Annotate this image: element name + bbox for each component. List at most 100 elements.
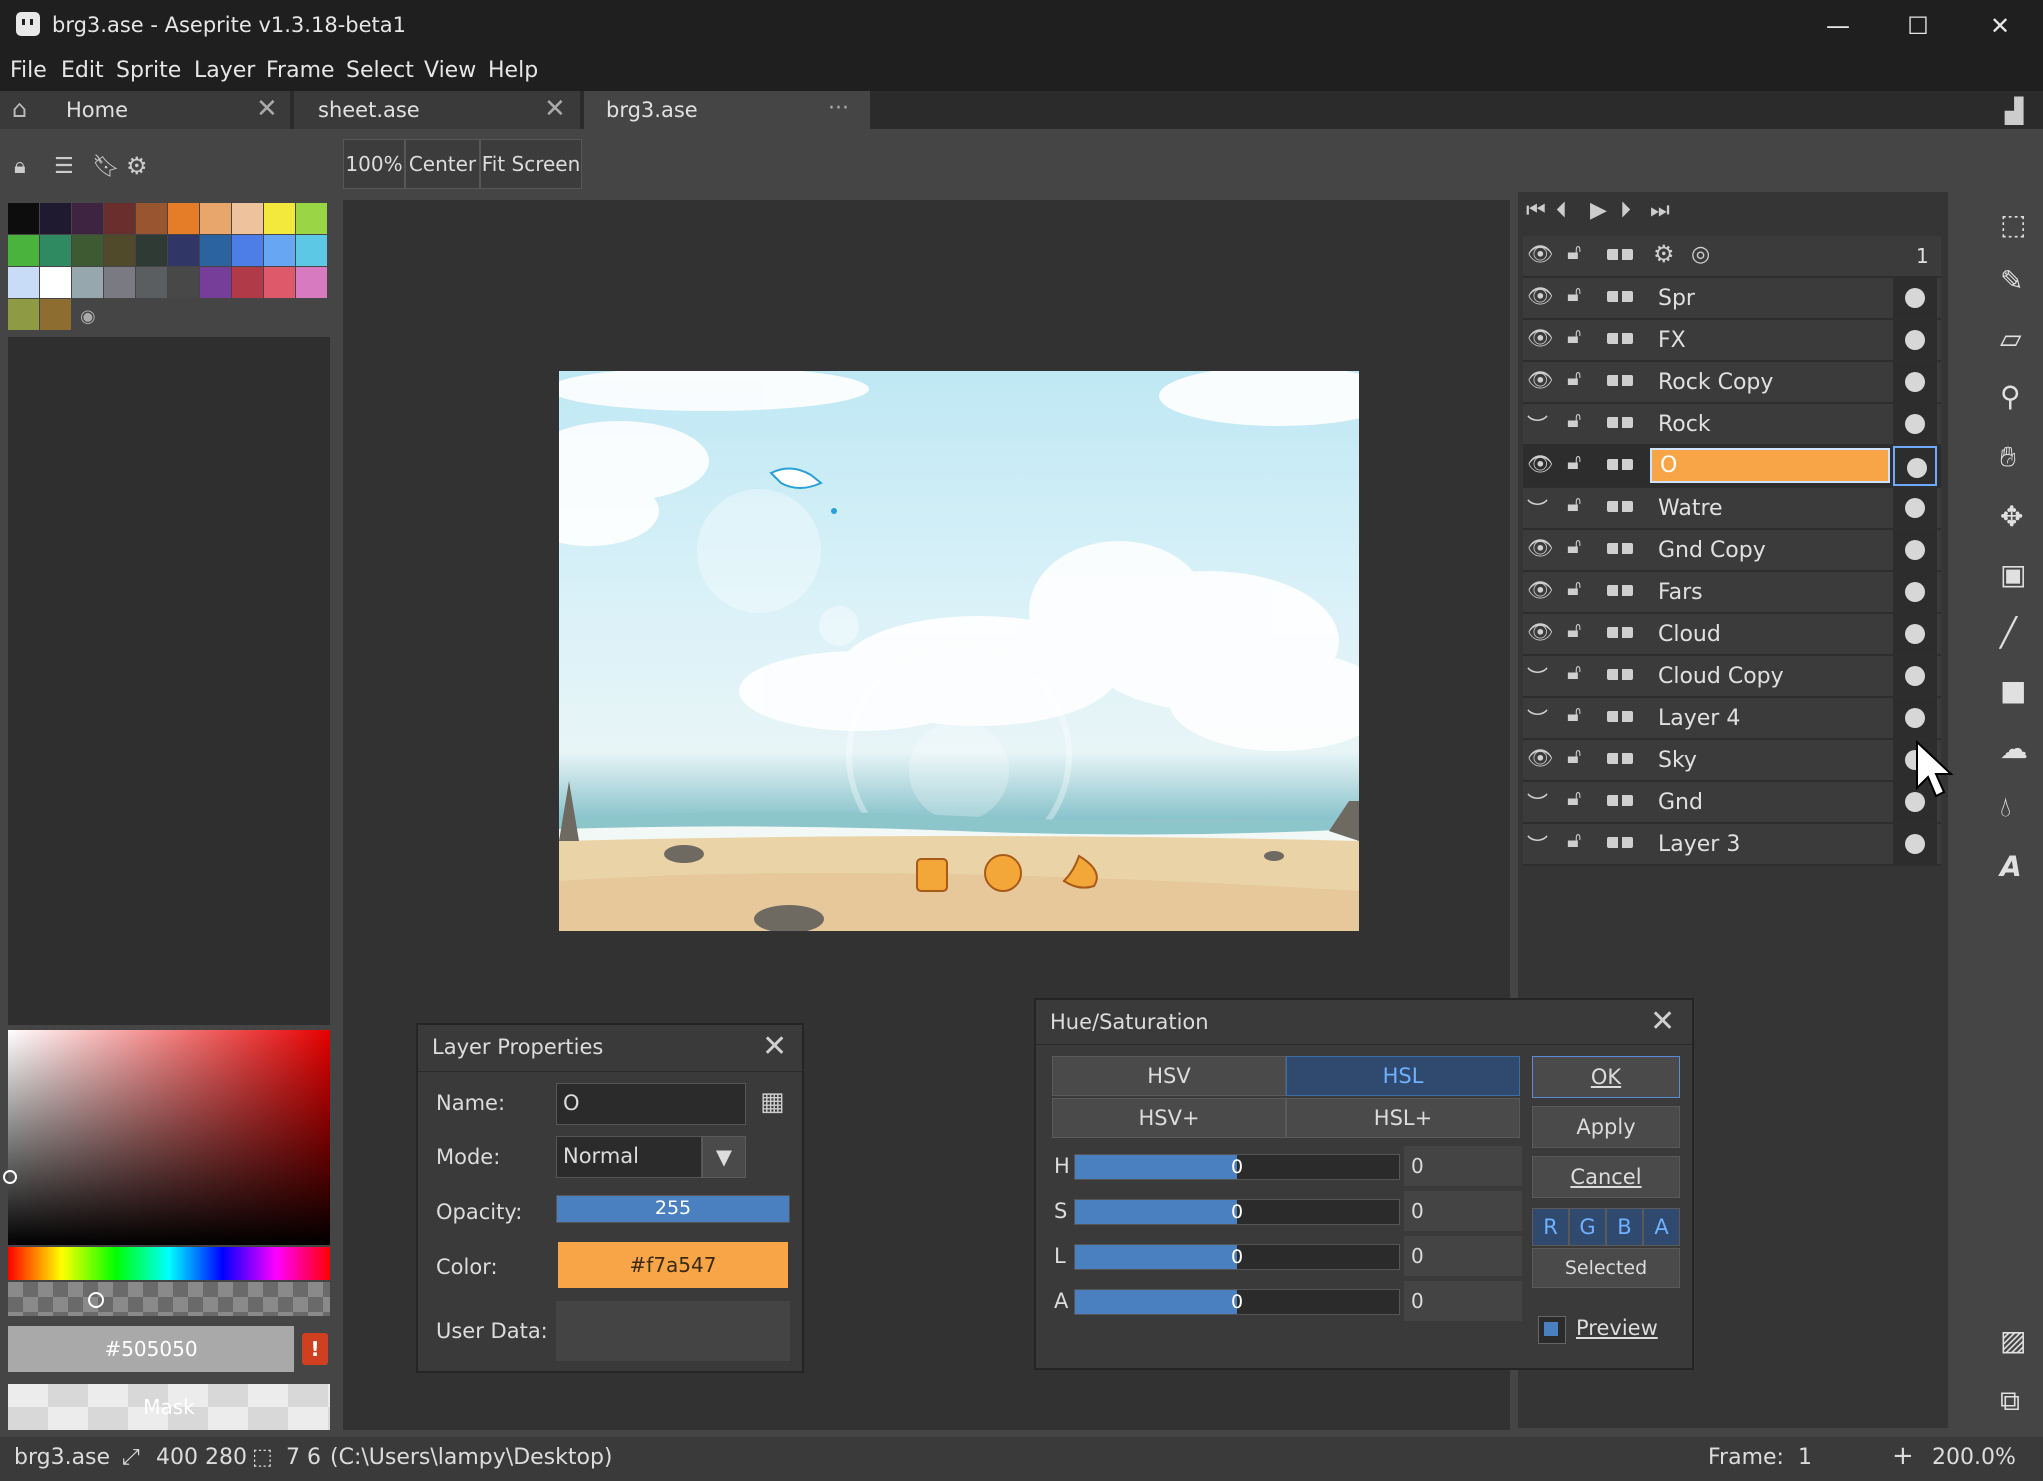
layer-row[interactable]: ︶ 🔓︎ Layer 4	[1523, 698, 1941, 740]
play-icon[interactable]: ▶	[1590, 198, 1607, 223]
layer-row[interactable]: 👁︎ 🔓︎ Sky	[1523, 740, 1941, 782]
hsl-slider[interactable]: 0	[1074, 1244, 1400, 1270]
mask-color-field[interactable]: Mask	[8, 1384, 330, 1430]
eye-icon[interactable]: 👁︎	[1527, 578, 1554, 603]
eye-closed-icon[interactable]: ︶	[1527, 494, 1548, 524]
sprite-canvas[interactable]	[559, 371, 1359, 931]
lock-icon[interactable]: 🔓︎	[1567, 534, 1581, 559]
eye-icon[interactable]: 👁︎	[1527, 242, 1554, 267]
layer-row[interactable]: ︶ 🔓︎ Watre	[1523, 488, 1941, 530]
tab-menu-icon[interactable]: ···	[828, 96, 849, 121]
lock-icon[interactable]: 🔓︎	[1567, 408, 1581, 433]
cel[interactable]	[1893, 530, 1937, 570]
layer-name-input[interactable]: O	[556, 1083, 746, 1125]
lock-icon[interactable]: 🔓︎	[1567, 744, 1581, 769]
center-button[interactable]: Center	[405, 139, 480, 189]
cel[interactable]	[1893, 614, 1937, 654]
layer-row[interactable]: 👁︎ 🔓︎ Rock Copy	[1523, 362, 1941, 404]
lock-icon[interactable]: 🔓︎	[1567, 366, 1581, 391]
eye-closed-icon[interactable]: ︶	[1527, 662, 1548, 692]
lock-icon[interactable]: 🔓︎	[1567, 324, 1581, 349]
continuous-icon[interactable]	[1607, 627, 1633, 638]
palette-swatch[interactable]	[200, 267, 231, 298]
palette-swatch[interactable]	[104, 235, 135, 266]
lock-icon[interactable]: 🔓︎	[1567, 660, 1581, 685]
cel[interactable]	[1893, 320, 1937, 360]
eye-icon[interactable]: 👁︎	[1527, 326, 1554, 351]
target-selected-button[interactable]: Selected	[1532, 1248, 1680, 1288]
continuous-icon[interactable]	[1607, 795, 1633, 806]
eye-icon[interactable]: 👁︎	[1527, 284, 1554, 309]
continuous-icon[interactable]	[1607, 291, 1633, 302]
alpha-slider[interactable]	[8, 1282, 330, 1316]
blend-mode-select[interactable]: Normal	[556, 1136, 702, 1178]
slider-entry[interactable]: 0	[1404, 1191, 1522, 1231]
mode-hsl-button[interactable]: HSL	[1286, 1056, 1520, 1096]
tab-home[interactable]: ⌂ Home ✕	[0, 91, 290, 129]
ok-button[interactable]: OK	[1532, 1056, 1680, 1098]
continuous-icon[interactable]	[1607, 711, 1633, 722]
layer-row[interactable]: 👁︎ 🔓︎ Fars	[1523, 572, 1941, 614]
menu-help[interactable]: Help	[488, 58, 538, 83]
frame-number[interactable]: 1	[1916, 244, 1929, 268]
menu-view[interactable]: View	[424, 58, 476, 83]
palette-swatch[interactable]	[72, 203, 103, 234]
close-icon[interactable]: ✕	[762, 1029, 787, 1064]
eye-closed-icon[interactable]: ︶	[1527, 704, 1548, 734]
palette-swatch[interactable]	[40, 267, 71, 298]
slider-entry[interactable]: 0	[1404, 1146, 1522, 1186]
eye-closed-icon[interactable]: ︶	[1527, 830, 1548, 860]
palette-swatch[interactable]	[104, 203, 135, 234]
previous-frame-icon[interactable]: ⏴	[1556, 198, 1567, 223]
onion-skin-icon[interactable]: ◎	[1691, 242, 1710, 267]
opacity-slider[interactable]: 255	[556, 1195, 790, 1223]
continuous-icon[interactable]	[1607, 543, 1633, 554]
eye-closed-icon[interactable]: ︶	[1527, 788, 1548, 818]
tab-brg3[interactable]: brg3.ase ···	[584, 91, 870, 129]
eye-icon[interactable]: 👁︎	[1527, 368, 1554, 393]
gear-icon[interactable]: ⚙	[1653, 240, 1675, 268]
channel-a-toggle[interactable]: A	[1643, 1208, 1680, 1246]
cancel-button[interactable]: Cancel	[1532, 1156, 1680, 1198]
palette-swatch[interactable]	[8, 267, 39, 298]
contour-icon[interactable]: ☁︎	[2000, 732, 2028, 765]
continuous-icon[interactable]	[1607, 585, 1633, 596]
close-tab-icon[interactable]: ✕	[544, 94, 566, 124]
palette-swatch[interactable]	[200, 203, 231, 234]
lock-icon[interactable]: 🔓︎	[1567, 702, 1581, 727]
last-frame-icon[interactable]: ⏭	[1650, 198, 1670, 223]
layer-row[interactable]: 👁︎ 🔓︎ FX	[1523, 320, 1941, 362]
palette-swatch[interactable]	[8, 235, 39, 266]
frame-value[interactable]: 1	[1798, 1445, 1812, 1470]
add-frame-button[interactable]: +	[1892, 1441, 1914, 1471]
menu-layer[interactable]: Layer	[194, 58, 255, 83]
palette-swatch[interactable]	[136, 235, 167, 266]
cel[interactable]	[1893, 362, 1937, 402]
lock-icon[interactable]: 🔓︎	[1567, 576, 1581, 601]
channel-r-toggle[interactable]: R	[1532, 1208, 1569, 1246]
cel[interactable]	[1893, 824, 1937, 864]
slider-entry[interactable]: 0	[1404, 1236, 1522, 1276]
hsl-slider[interactable]: 0	[1074, 1154, 1400, 1180]
continuous-icon[interactable]	[1607, 417, 1633, 428]
continuous-icon[interactable]	[1607, 459, 1633, 470]
palette-swatch[interactable]	[296, 203, 327, 234]
palette-swatch[interactable]	[72, 267, 103, 298]
lock-icon[interactable]: 🔒︎	[14, 154, 26, 179]
mode-hsv-plus-button[interactable]: HSV+	[1052, 1098, 1286, 1138]
menu-select[interactable]: Select	[346, 58, 414, 83]
palette-swatch[interactable]	[264, 203, 295, 234]
tiled-mode-icon[interactable]: ⧉	[2000, 1384, 2020, 1418]
lock-icon[interactable]: 🔓︎	[1567, 450, 1581, 475]
close-icon[interactable]: ✕	[1650, 1004, 1675, 1039]
apply-button[interactable]: Apply	[1532, 1106, 1680, 1148]
preview-icon[interactable]: ▨	[2000, 1324, 2026, 1357]
palette-swatch[interactable]	[232, 235, 263, 266]
palette-swatch[interactable]	[232, 203, 263, 234]
palette-swatch[interactable]	[136, 267, 167, 298]
bookmark-icon[interactable]: 🔖︎	[92, 154, 120, 179]
layer-row[interactable]: ︶ 🔓︎ Rock	[1523, 404, 1941, 446]
minimize-button[interactable]: —	[1798, 0, 1878, 52]
line-icon[interactable]: ╱	[2000, 616, 2017, 649]
palette-swatch[interactable]	[40, 203, 71, 234]
